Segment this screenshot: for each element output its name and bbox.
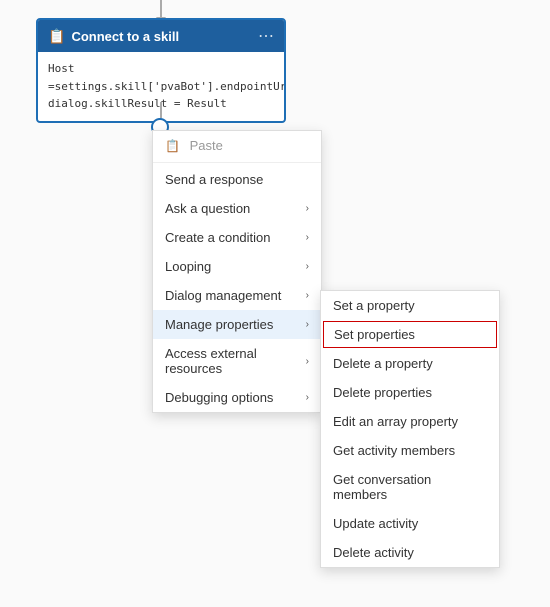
submenu-item-set-property-label: Set a property [333, 298, 415, 313]
menu-item-create-condition[interactable]: Create a condition › [153, 223, 321, 252]
submenu-item-get-conversation-members[interactable]: Get conversation members [321, 465, 499, 509]
menu-item-create-condition-label: Create a condition [165, 230, 271, 245]
chevron-icon: › [306, 261, 309, 272]
context-menu: 📋 Paste Send a response Ask a question ›… [152, 130, 322, 413]
menu-item-access-external[interactable]: Access external resources › [153, 339, 321, 383]
submenu-item-update-activity-label: Update activity [333, 516, 418, 531]
menu-item-ask-question-label: Ask a question [165, 201, 250, 216]
menu-item-dialog-management-label: Dialog management [165, 288, 281, 303]
menu-item-send-response-label: Send a response [165, 172, 263, 187]
menu-item-looping[interactable]: Looping › [153, 252, 321, 281]
menu-item-manage-properties-label: Manage properties [165, 317, 273, 332]
submenu-item-update-activity[interactable]: Update activity [321, 509, 499, 538]
node-header-left: 📋 Connect to a skill [48, 28, 179, 45]
chevron-icon: › [306, 319, 309, 330]
node-title: Connect to a skill [71, 29, 179, 44]
menu-item-dialog-management[interactable]: Dialog management › [153, 281, 321, 310]
menu-item-ask-question[interactable]: Ask a question › [153, 194, 321, 223]
menu-item-access-external-label: Access external resources [165, 346, 306, 376]
chevron-icon: › [306, 392, 309, 403]
node-options-icon[interactable]: ⋯ [258, 26, 274, 46]
connector-below [160, 102, 162, 118]
chevron-icon: › [306, 232, 309, 243]
paste-label: Paste [190, 138, 223, 153]
chevron-icon: › [306, 290, 309, 301]
node-header: 📋 Connect to a skill ⋯ [38, 20, 284, 52]
menu-item-send-response[interactable]: Send a response [153, 165, 321, 194]
submenu-manage-properties: Set a property Set properties Delete a p… [320, 290, 500, 568]
menu-item-paste: 📋 Paste [153, 131, 321, 160]
submenu-item-get-conversation-members-label: Get conversation members [333, 472, 487, 502]
submenu-item-edit-array-label: Edit an array property [333, 414, 458, 429]
submenu-item-delete-properties-label: Delete properties [333, 385, 432, 400]
submenu-item-delete-activity-label: Delete activity [333, 545, 414, 560]
paste-icon: 📋 [165, 139, 180, 153]
menu-item-manage-properties[interactable]: Manage properties › [153, 310, 321, 339]
chevron-icon: › [306, 203, 309, 214]
submenu-item-set-properties[interactable]: Set properties [323, 321, 497, 348]
submenu-item-set-property[interactable]: Set a property [321, 291, 499, 320]
submenu-item-get-activity-members-label: Get activity members [333, 443, 455, 458]
submenu-item-delete-property[interactable]: Delete a property [321, 349, 499, 378]
chevron-icon: › [306, 356, 309, 367]
canvas: 📋 Connect to a skill ⋯ Host =settings.sk… [0, 0, 550, 607]
menu-separator [153, 162, 321, 163]
node-line1: Host =settings.skill['pvaBot'].endpointU… [48, 60, 274, 95]
submenu-item-delete-activity[interactable]: Delete activity [321, 538, 499, 567]
submenu-item-edit-array[interactable]: Edit an array property [321, 407, 499, 436]
menu-item-debugging[interactable]: Debugging options › [153, 383, 321, 412]
submenu-item-delete-properties[interactable]: Delete properties [321, 378, 499, 407]
submenu-item-get-activity-members[interactable]: Get activity members [321, 436, 499, 465]
connector-arrow-top [160, 0, 162, 18]
node-icon: 📋 [48, 28, 65, 45]
menu-item-debugging-label: Debugging options [165, 390, 273, 405]
submenu-item-set-properties-label: Set properties [334, 327, 415, 342]
menu-item-looping-label: Looping [165, 259, 211, 274]
submenu-item-delete-property-label: Delete a property [333, 356, 433, 371]
